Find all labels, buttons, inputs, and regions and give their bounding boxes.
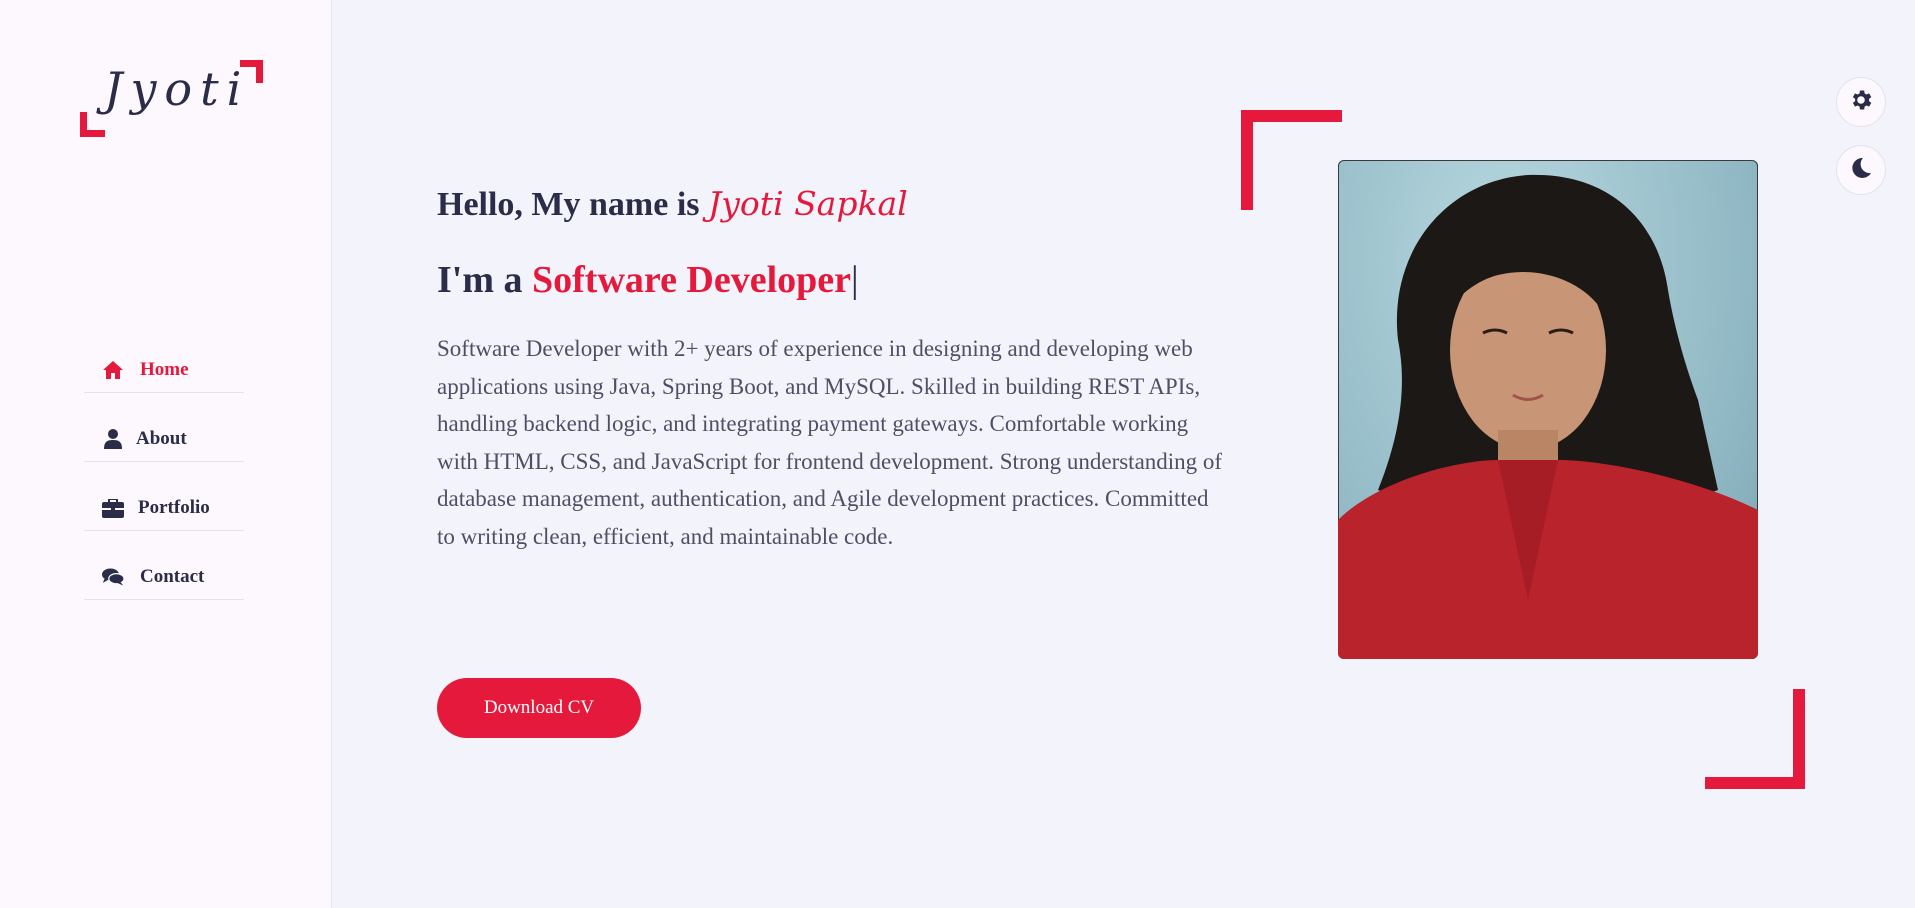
typing-cursor: | (851, 259, 859, 301)
theme-toggle-button[interactable] (1836, 145, 1886, 195)
gear-icon (1848, 87, 1874, 118)
nav-item-portfolio[interactable]: Portfolio (84, 486, 244, 531)
user-icon (102, 428, 124, 450)
briefcase-icon (102, 497, 124, 519)
settings-button[interactable] (1836, 77, 1886, 127)
bio-paragraph: Software Developer with 2+ years of expe… (437, 336, 1223, 549)
nav-item-contact[interactable]: Contact (84, 555, 244, 600)
nav-label-about: About (136, 428, 187, 449)
role-heading: I'm a Software Developer| (437, 258, 859, 302)
photo-frame-corner-bottom-right (1705, 689, 1805, 789)
nav-item-about[interactable]: About (84, 417, 244, 462)
logo-corner-bottom-left (80, 112, 105, 137)
role-prefix: I'm a (437, 259, 523, 301)
sidebar: Jyoti Home About Portfolio Contact (0, 0, 332, 908)
nav-item-home[interactable]: Home (84, 348, 244, 393)
nav-label-contact: Contact (140, 566, 205, 587)
moon-icon (1849, 156, 1873, 185)
photo-frame-corner-top-left (1241, 110, 1342, 210)
sidebar-nav: Home About Portfolio Contact (84, 348, 244, 624)
hero-name: Jyoti Sapkal (708, 184, 908, 223)
logo-text: Jyoti (104, 62, 250, 116)
hero-section: Hello, My name is Jyoti Sapkal I'm a Sof… (333, 0, 1915, 908)
nav-label-portfolio: Portfolio (138, 497, 210, 518)
logo[interactable]: Jyoti (80, 60, 263, 140)
profile-photo (1338, 160, 1758, 659)
greeting-prefix: Hello, My name is (437, 186, 700, 223)
role-text: Software Developer (532, 259, 852, 301)
download-cv-button[interactable]: Download CV (437, 678, 641, 738)
home-icon (102, 359, 124, 381)
greeting-heading: Hello, My name is Jyoti Sapkal (437, 184, 908, 224)
nav-label-home: Home (140, 359, 189, 380)
comments-icon (102, 566, 124, 588)
